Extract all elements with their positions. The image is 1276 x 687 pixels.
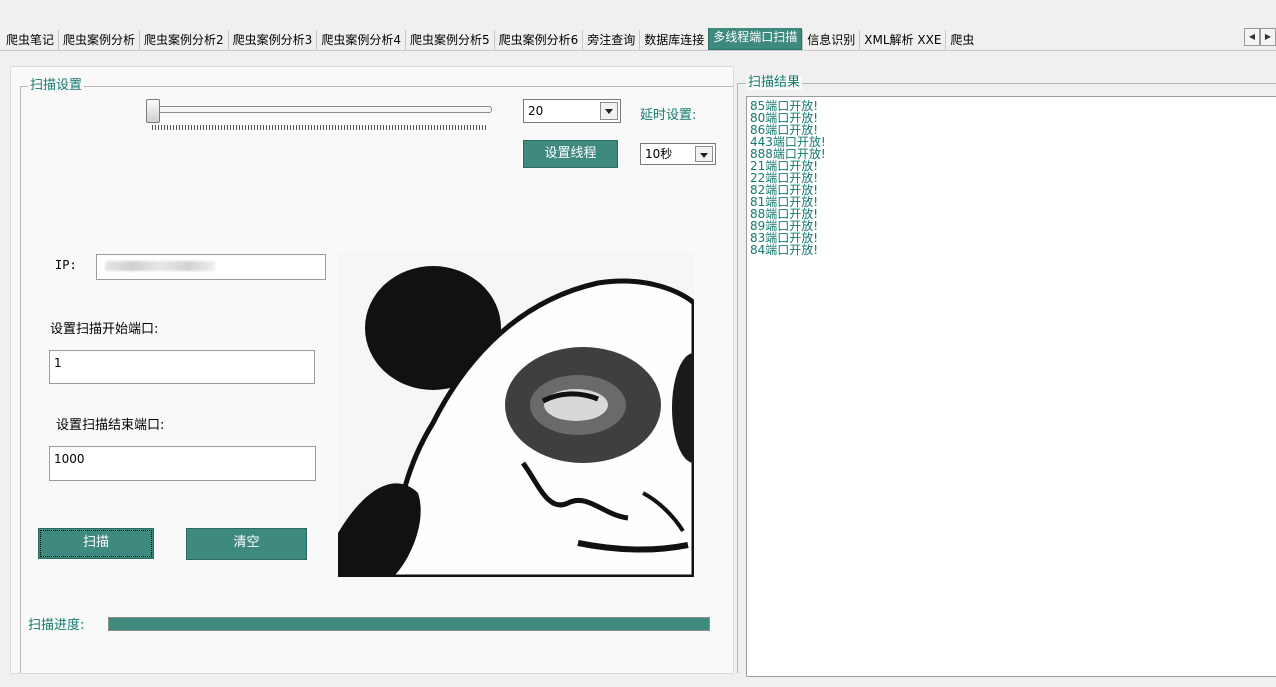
- thread-slider-ticks: [152, 125, 486, 130]
- end-port-label: 设置扫描结束端口:: [56, 418, 165, 433]
- scan-results-list[interactable]: 85端口开放! 80端口开放! 86端口开放! 443端口开放! 888端口开放! 21端…: [746, 96, 1276, 677]
- tab-item[interactable]: 爬虫案例分析3: [227, 30, 317, 50]
- chevron-down-icon[interactable]: [695, 146, 713, 162]
- tab-item[interactable]: 爬虫案例分析5: [404, 30, 494, 50]
- start-port-value: 1: [54, 356, 62, 370]
- tab-scroll-buttons: ◀ ▶: [1244, 28, 1276, 46]
- tab-item[interactable]: 爬虫案例分析4: [316, 30, 405, 50]
- ip-label: IP:: [55, 258, 77, 272]
- tab-scroll-right-icon[interactable]: ▶: [1260, 28, 1276, 46]
- result-line: 888端口开放!: [750, 147, 826, 161]
- ip-redaction-blur: [105, 261, 215, 271]
- ip-input[interactable]: [96, 254, 326, 280]
- thread-count-value: 20: [528, 104, 544, 118]
- tab-item[interactable]: 数据库连接: [639, 30, 708, 50]
- result-line: 21端口开放!: [750, 159, 819, 173]
- result-line: 88端口开放!: [750, 207, 819, 221]
- panda-meme-drawing: [338, 253, 694, 577]
- result-line: 80端口开放!: [750, 111, 819, 125]
- result-line: 81端口开放!: [750, 195, 819, 209]
- tab-item[interactable]: XML解析 XXE: [859, 30, 945, 50]
- result-line: 89端口开放!: [750, 219, 819, 233]
- tab-item[interactable]: 爬虫案例分析: [58, 30, 139, 50]
- progress-label: 扫描进度:: [28, 618, 85, 633]
- delay-label: 延时设置:: [640, 108, 697, 123]
- result-line: 86端口开放!: [750, 123, 819, 137]
- result-line: 82端口开放!: [750, 183, 819, 197]
- scan-progress-bar: [108, 617, 710, 631]
- tab-item[interactable]: 爬虫: [945, 30, 978, 50]
- clear-button[interactable]: 清空: [186, 528, 307, 560]
- start-port-input[interactable]: 1: [49, 350, 315, 384]
- scan-progress-fill: [109, 618, 709, 630]
- tab-item[interactable]: 旁注查询: [582, 30, 639, 50]
- clear-button-label: 清空: [233, 535, 260, 550]
- scan-settings-title: 扫描设置: [28, 78, 85, 93]
- start-port-label: 设置扫描开始端口:: [50, 322, 159, 337]
- result-line: 84端口开放!: [750, 243, 819, 257]
- tab-item[interactable]: 多线程端口扫描: [708, 28, 803, 50]
- tab-item[interactable]: 爬虫案例分析2: [139, 30, 228, 50]
- result-line: 443端口开放!: [750, 135, 826, 149]
- thread-count-select[interactable]: 20: [523, 99, 621, 123]
- result-line: 22端口开放!: [750, 171, 819, 185]
- panda-meme-image: [338, 253, 694, 577]
- tab-item[interactable]: 爬虫案例分析6: [493, 30, 583, 50]
- chevron-down-icon[interactable]: [600, 102, 618, 120]
- set-threads-button[interactable]: 设置线程: [523, 140, 618, 168]
- result-line: 83端口开放!: [750, 231, 819, 245]
- scan-button[interactable]: 扫描: [38, 528, 154, 559]
- end-port-value: 1000: [54, 452, 85, 466]
- scan-button-label: 扫描: [82, 535, 109, 550]
- thread-slider-track[interactable]: [148, 106, 492, 113]
- delay-select[interactable]: 10秒: [640, 143, 716, 165]
- tab-strip: 爬虫笔记 爬虫案例分析 爬虫案例分析2 爬虫案例分析3 爬虫案例分析4 爬虫案例分析5 爬虫…: [0, 28, 1276, 50]
- tab-divider: [0, 50, 1276, 51]
- tab-item[interactable]: 信息识别: [802, 30, 859, 50]
- tab-scroll-left-icon[interactable]: ◀: [1244, 28, 1260, 46]
- end-port-input[interactable]: 1000: [49, 446, 316, 481]
- thread-slider-thumb[interactable]: [146, 99, 160, 123]
- delay-value: 10秒: [645, 147, 673, 161]
- tab-item[interactable]: 爬虫笔记: [0, 30, 58, 50]
- scan-results-title: 扫描结果: [746, 75, 803, 90]
- result-line: 85端口开放!: [750, 99, 819, 113]
